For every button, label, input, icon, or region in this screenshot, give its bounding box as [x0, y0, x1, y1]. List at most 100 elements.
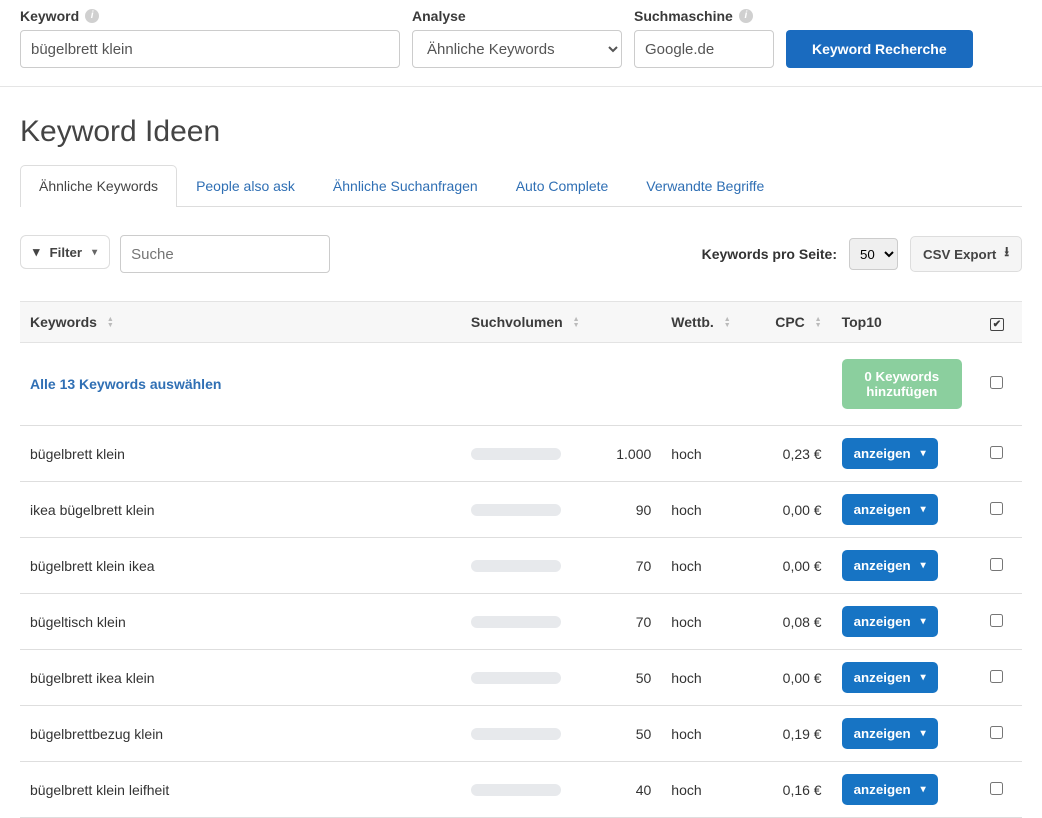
cell-cpc: 0,00 €: [751, 538, 831, 594]
tab-autocomplete[interactable]: Auto Complete: [497, 165, 628, 206]
keyword-label: Keyword i: [20, 8, 400, 24]
volume-bar: [471, 448, 561, 460]
show-top10-button[interactable]: anzeigen ▾: [842, 606, 938, 637]
show-top10-button[interactable]: anzeigen ▾: [842, 494, 938, 525]
show-top10-button[interactable]: anzeigen ▾: [842, 774, 938, 805]
volume-bar: [471, 504, 561, 516]
volume-bar: [471, 672, 561, 684]
page-title: Keyword Ideen: [20, 115, 1022, 149]
select-all-row: Alle 13 Keywords auswählen 0 Keywords hin…: [20, 343, 1022, 426]
row-checkbox[interactable]: [990, 782, 1003, 795]
cell-volume: 1.000: [461, 426, 661, 482]
filter-button[interactable]: ▾ Filter ▾: [20, 235, 110, 269]
cell-keyword: bügelbrett klein: [20, 426, 461, 482]
th-competition[interactable]: Wettb. ▲▼: [661, 302, 751, 343]
per-page-label: Keywords pro Seite:: [702, 246, 837, 262]
sort-icon: ▲▼: [573, 317, 580, 329]
table-row: bügelbrett ikea klein50hoch0,00 €anzeige…: [20, 650, 1022, 706]
cell-volume: 90: [461, 482, 661, 538]
th-volume[interactable]: Suchvolumen ▲▼: [461, 302, 661, 343]
cell-competition: hoch: [661, 482, 751, 538]
keywords-table: Keywords ▲▼ Suchvolumen ▲▼ Wettb. ▲▼ CPC…: [20, 301, 1022, 818]
select-all-checkbox[interactable]: [990, 376, 1003, 389]
info-icon: i: [85, 9, 99, 23]
volume-value: 50: [591, 670, 651, 686]
th-keywords[interactable]: Keywords ▲▼: [20, 302, 461, 343]
cell-volume: 50: [461, 650, 661, 706]
row-checkbox[interactable]: [990, 446, 1003, 459]
table-row: bügelbrett klein1.000hoch0,23 €anzeigen …: [20, 426, 1022, 482]
volume-value: 70: [591, 614, 651, 630]
cell-competition: hoch: [661, 594, 751, 650]
cell-competition: hoch: [661, 426, 751, 482]
cell-keyword: bügelbrettbezug klein: [20, 706, 461, 762]
sort-icon: ▲▼: [724, 317, 731, 329]
submit-button[interactable]: Keyword Recherche: [786, 30, 973, 68]
cell-cpc: 0,00 €: [751, 650, 831, 706]
row-checkbox[interactable]: [990, 614, 1003, 627]
cell-cpc: 0,19 €: [751, 706, 831, 762]
keyword-input[interactable]: [20, 30, 400, 68]
download-icon: ⭳: [1004, 243, 1009, 265]
tabs: Ähnliche KeywordsPeople also askÄhnliche…: [20, 165, 1022, 207]
cell-volume: 50: [461, 706, 661, 762]
per-page-select[interactable]: 50: [849, 238, 898, 270]
cell-cpc: 0,16 €: [751, 762, 831, 818]
cell-keyword: bügelbrett ikea klein: [20, 650, 461, 706]
show-top10-button[interactable]: anzeigen ▾: [842, 438, 938, 469]
tab-similar[interactable]: Ähnliche Keywords: [20, 165, 177, 206]
chevron-down-icon: ▾: [921, 784, 926, 795]
cell-keyword: ikea bügelbrett klein: [20, 482, 461, 538]
tab-related-terms[interactable]: Verwandte Begriffe: [627, 165, 783, 206]
info-icon: i: [739, 9, 753, 23]
search-engine-input[interactable]: [634, 30, 774, 68]
cell-competition: hoch: [661, 762, 751, 818]
cell-volume: 70: [461, 594, 661, 650]
volume-bar: [471, 784, 561, 796]
csv-export-button[interactable]: CSV Export ⭳: [910, 236, 1022, 272]
cell-volume: 70: [461, 538, 661, 594]
chevron-down-icon: ▾: [921, 448, 926, 459]
chevron-down-icon: ▾: [92, 247, 97, 258]
cell-cpc: 0,08 €: [751, 594, 831, 650]
cell-keyword: bügelbrett klein leifheit: [20, 762, 461, 818]
volume-value: 1.000: [591, 446, 651, 462]
show-top10-button[interactable]: anzeigen ▾: [842, 550, 938, 581]
row-checkbox[interactable]: [990, 670, 1003, 683]
select-all-link[interactable]: Alle 13 Keywords auswählen: [30, 376, 221, 392]
th-top10: Top10: [832, 302, 972, 343]
check-all-icon: ✔: [990, 318, 1004, 331]
show-top10-button[interactable]: anzeigen ▾: [842, 662, 938, 693]
th-select-all[interactable]: ✔: [972, 302, 1022, 343]
volume-bar: [471, 728, 561, 740]
sort-icon: ▲▼: [815, 317, 822, 329]
cell-keyword: bügeltisch klein: [20, 594, 461, 650]
tab-paa[interactable]: People also ask: [177, 165, 314, 206]
cell-cpc: 0,00 €: [751, 482, 831, 538]
cell-volume: 40: [461, 762, 661, 818]
chevron-down-icon: ▾: [921, 504, 926, 515]
show-top10-button[interactable]: anzeigen ▾: [842, 718, 938, 749]
search-form: Keyword i Analyse Ähnliche Keywords Such…: [0, 0, 1042, 87]
tab-related[interactable]: Ähnliche Suchanfragen: [314, 165, 497, 206]
search-input[interactable]: [120, 235, 330, 273]
funnel-icon: ▾: [33, 244, 40, 260]
cell-competition: hoch: [661, 538, 751, 594]
th-cpc[interactable]: CPC ▲▼: [751, 302, 831, 343]
table-row: ikea bügelbrett klein 90 hoch0,00 € anzeige…: [20, 482, 1022, 538]
analyse-select[interactable]: Ähnliche Keywords: [412, 30, 622, 68]
cell-keyword: bügelbrett klein ikea: [20, 538, 461, 594]
row-checkbox[interactable]: [990, 502, 1003, 515]
chevron-down-icon: ▾: [921, 728, 926, 739]
table-row: bügeltisch klein 70 hoch0,08 € anzeigen ▾: [20, 594, 1022, 650]
analyse-label: Analyse: [412, 8, 622, 24]
row-checkbox[interactable]: [990, 558, 1003, 571]
chevron-down-icon: ▾: [921, 560, 926, 571]
row-checkbox[interactable]: [990, 726, 1003, 739]
table-row: bügelbrett klein ikea70hoch0,00 € anzeige…: [20, 538, 1022, 594]
volume-value: 90: [591, 502, 651, 518]
toolbar: ▾ Filter ▾ Keywords pro Seite: 50 CSV Ex…: [20, 235, 1022, 273]
table-row: bügelbrett klein leifheit40hoch0,16 € anz…: [20, 762, 1022, 818]
add-keywords-button[interactable]: 0 Keywords hinzufügen: [842, 359, 962, 409]
chevron-down-icon: ▾: [921, 672, 926, 683]
